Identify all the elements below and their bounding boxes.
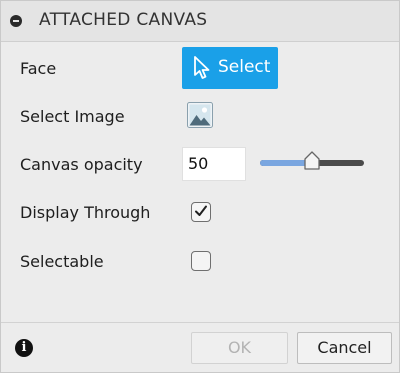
opacity-input[interactable]: 50	[182, 147, 246, 181]
info-icon[interactable]: i	[15, 339, 33, 357]
selectable-label: Selectable	[20, 252, 104, 271]
canvas-opacity-label: Canvas opacity	[20, 155, 143, 174]
dialog-title: ATTACHED CANVAS	[39, 10, 208, 30]
face-label: Face	[20, 59, 57, 78]
cursor-arrow-icon	[194, 56, 210, 79]
select-button-label: Select	[218, 57, 271, 77]
opacity-slider-thumb[interactable]	[302, 151, 322, 171]
face-select-button[interactable]: Select	[182, 47, 278, 89]
display-through-checkbox[interactable]	[191, 202, 211, 222]
image-icon[interactable]	[187, 102, 213, 128]
dialog-header[interactable]: ATTACHED CANVAS	[1, 1, 399, 42]
ok-button[interactable]: OK	[191, 332, 288, 364]
select-image-label: Select Image	[20, 107, 125, 126]
attached-canvas-dialog: ATTACHED CANVAS Face Select Select Image…	[0, 0, 400, 373]
opacity-slider[interactable]	[260, 151, 364, 170]
selectable-checkbox[interactable]	[191, 251, 211, 271]
cancel-button[interactable]: Cancel	[297, 332, 392, 364]
checkmark-icon	[195, 205, 207, 216]
display-through-label: Display Through	[20, 203, 151, 222]
footer-divider	[1, 322, 399, 323]
collapse-icon[interactable]	[10, 15, 22, 27]
